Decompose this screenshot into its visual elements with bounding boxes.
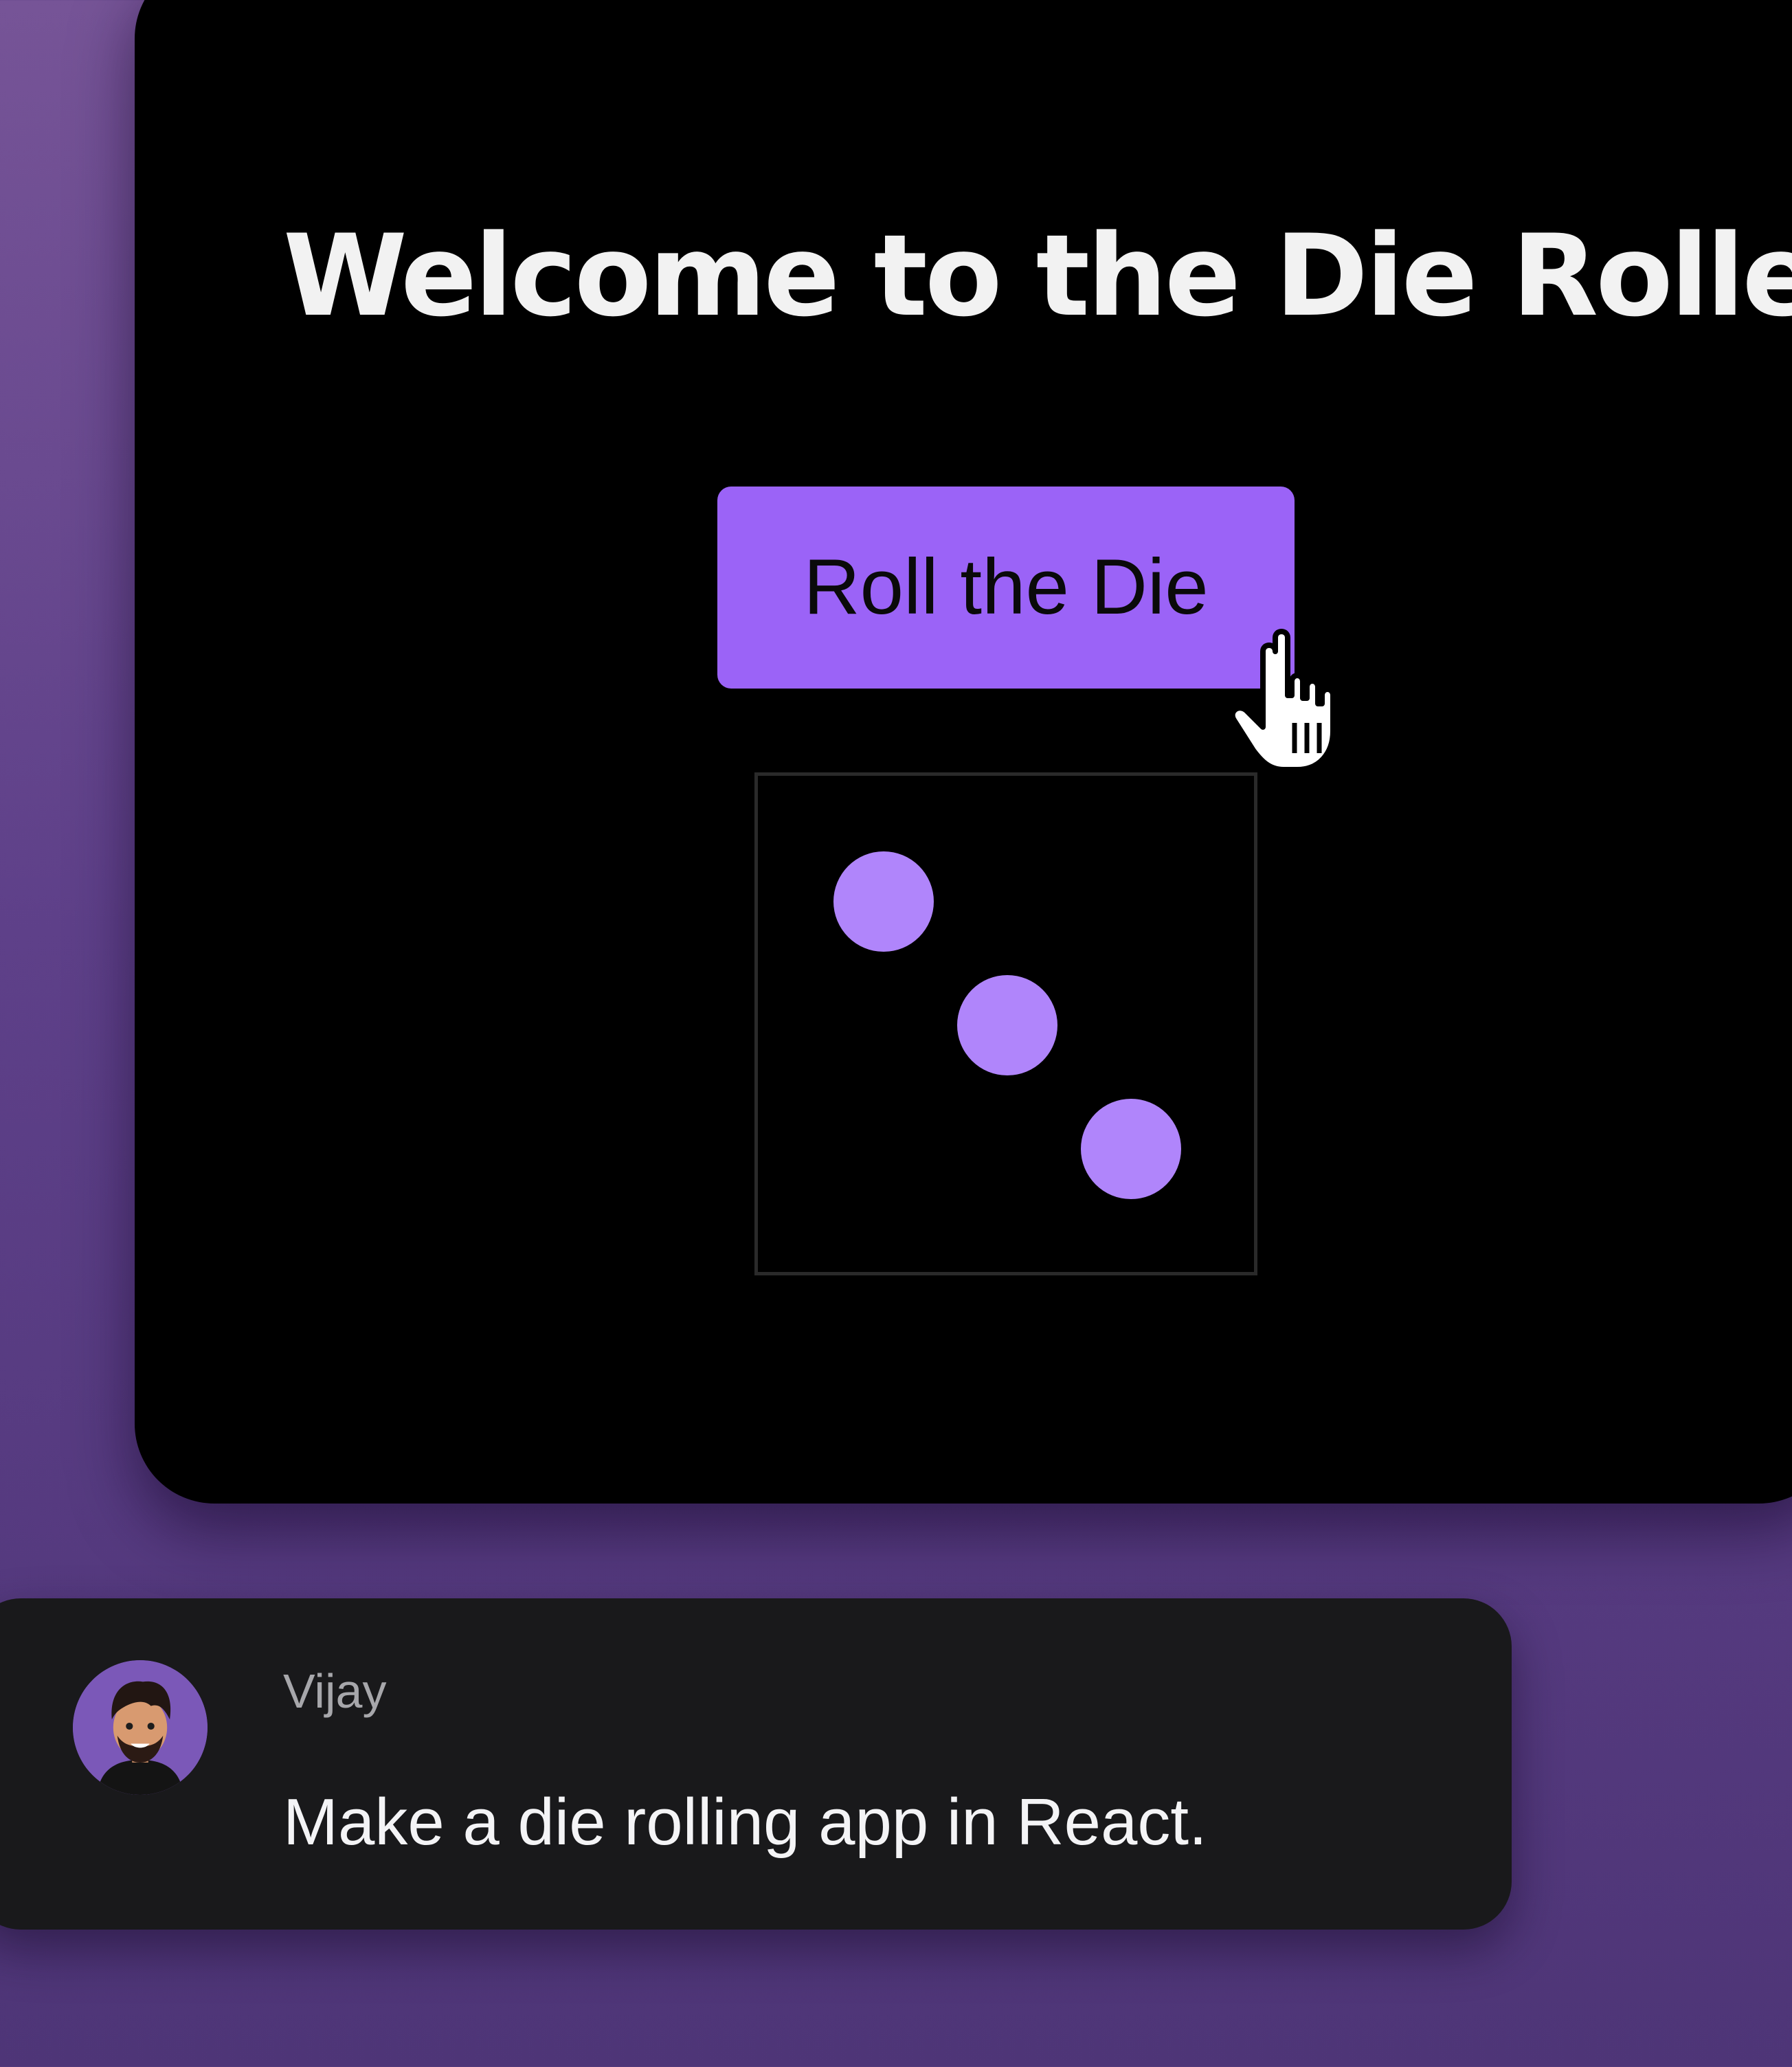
die-face — [754, 772, 1257, 1275]
die-pip — [1081, 1099, 1181, 1199]
chat-author-name: Vijay — [283, 1664, 387, 1718]
die-pip — [833, 851, 934, 952]
user-avatar-icon — [73, 1660, 208, 1795]
app-preview-window: Welcome to the Die Roller Roll the Die — [135, 0, 1792, 1504]
roll-die-button[interactable]: Roll the Die — [717, 487, 1295, 689]
chat-message-card: Vijay Make a die rolling app in React. — [0, 1598, 1512, 1930]
die-pip — [957, 975, 1057, 1075]
chat-message-text: Make a die rolling app in React. — [283, 1785, 1207, 1859]
page-title: Welcome to the Die Roller — [283, 210, 1792, 342]
